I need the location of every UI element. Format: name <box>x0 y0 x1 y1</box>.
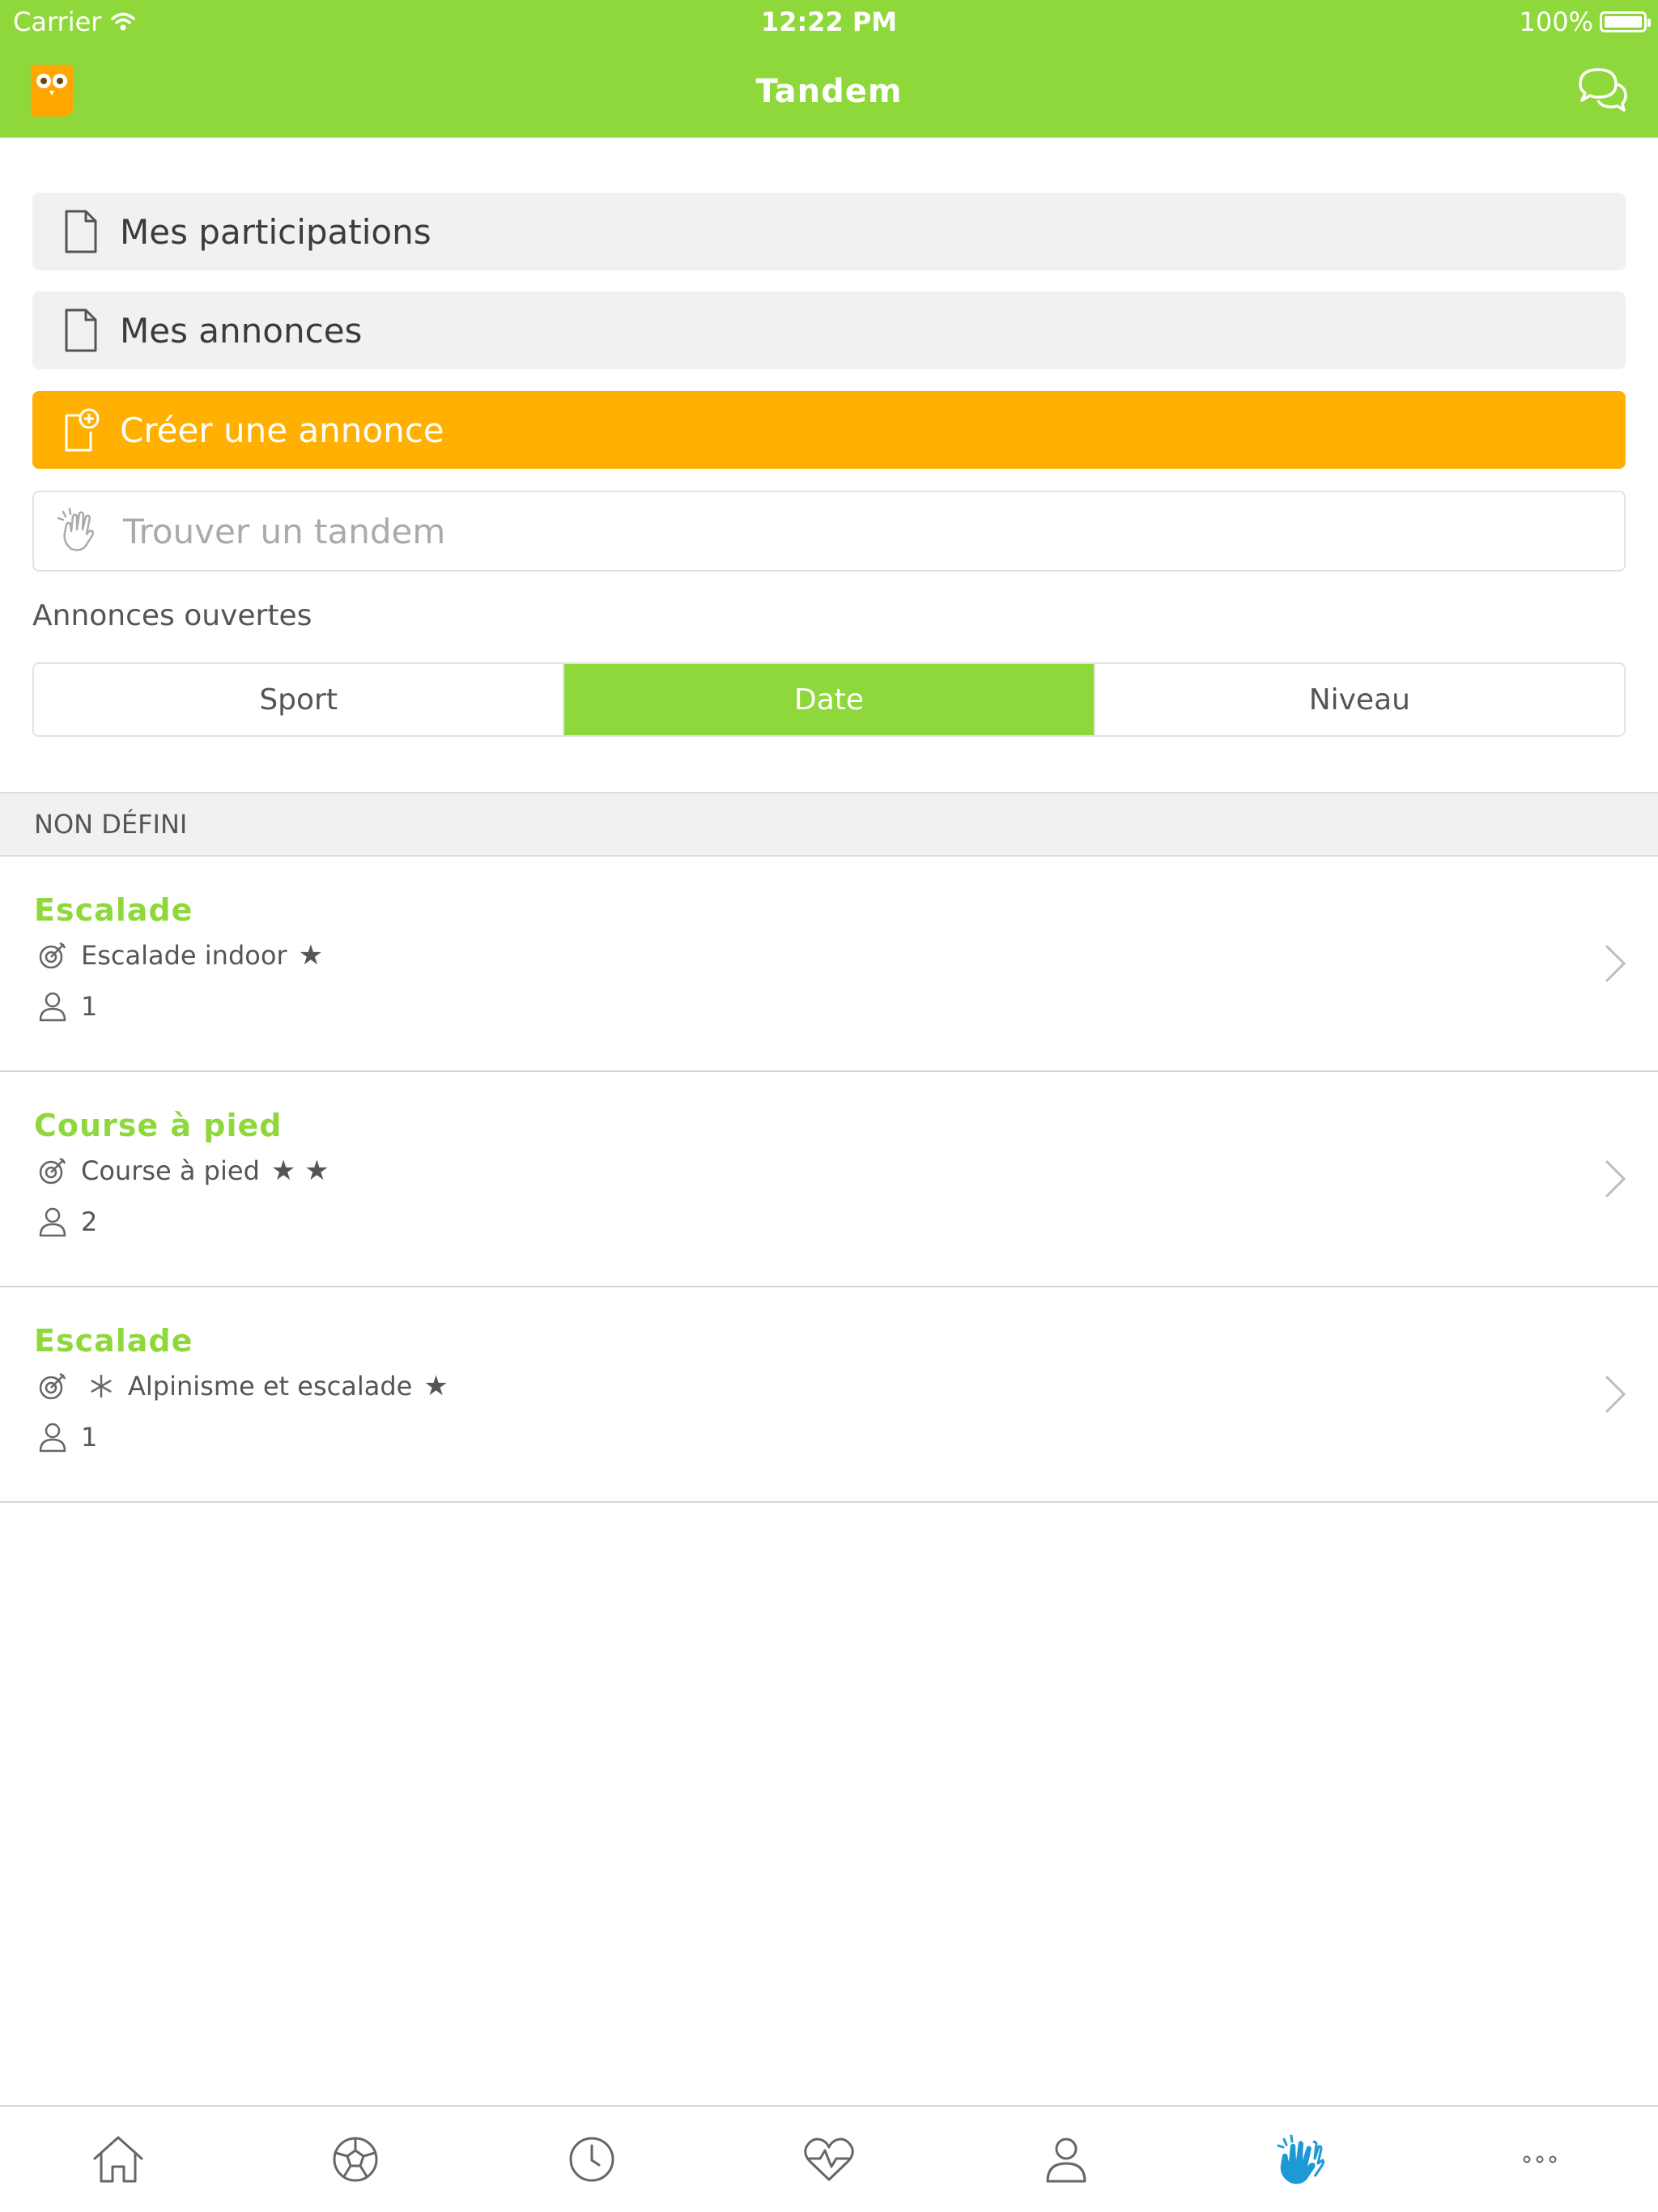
listing-row[interactable]: Escalade Escalade indoor ★ 1 <box>0 857 1658 1072</box>
my-participations-label: Mes participations <box>120 211 432 252</box>
clock-icon <box>569 2137 614 2182</box>
listing-detail: Course à pied ★ ★ <box>37 1155 329 1187</box>
tab-sports[interactable] <box>237 2107 474 2212</box>
chevron-right-icon <box>1605 1375 1626 1414</box>
listing-sport: Course à pied <box>34 1108 283 1143</box>
listing-activity: Course à pied <box>81 1155 260 1186</box>
target-icon <box>39 1372 66 1400</box>
chevron-right-icon <box>1605 944 1626 983</box>
target-icon <box>39 942 66 969</box>
battery: 100% <box>1519 6 1651 37</box>
nav-bar: Tandem <box>0 45 1658 138</box>
my-listings-button[interactable]: Mes annonces <box>32 291 1626 369</box>
segment-date[interactable]: Date <box>564 664 1095 735</box>
high-five-icon <box>57 507 95 551</box>
participant-count: 2 <box>39 1206 97 1237</box>
home-icon <box>93 2136 143 2183</box>
person-icon <box>39 1207 66 1237</box>
tab-history[interactable] <box>474 2107 711 2212</box>
page-title: Tandem <box>755 73 903 110</box>
target-icon <box>39 1157 66 1185</box>
chat-bubbles-icon[interactable] <box>1575 65 1629 113</box>
tab-profile[interactable] <box>947 2107 1184 2212</box>
listing-detail: Escalade indoor ★ <box>37 939 323 972</box>
profile-icon <box>1046 2138 1086 2183</box>
status-bar: Carrier 12:22 PM 100% <box>0 0 1658 45</box>
document-icon <box>65 210 97 253</box>
tab-tandem[interactable] <box>1184 2107 1422 2212</box>
open-listings-label: Annonces ouvertes <box>32 599 312 632</box>
tab-more[interactable] <box>1421 2107 1658 2212</box>
listing-activity: Alpinisme et escalade <box>128 1371 413 1402</box>
participant-count-value: 1 <box>81 1422 98 1453</box>
listing-activity: Escalade indoor <box>81 940 287 971</box>
snowflake-icon <box>91 1374 112 1398</box>
my-participations-button[interactable]: Mes participations <box>32 193 1626 270</box>
listing-sport: Escalade <box>34 1323 193 1359</box>
soccer-ball-icon <box>333 2137 378 2182</box>
group-header: NON DÉFINI <box>0 792 1658 857</box>
search-input[interactable] <box>121 510 1501 552</box>
find-tandem-search[interactable] <box>32 491 1626 572</box>
high-five-icon <box>1277 2134 1325 2184</box>
my-listings-label: Mes annonces <box>120 310 363 351</box>
participant-count: 1 <box>39 991 97 1022</box>
create-listing-button[interactable]: Créer une annonce <box>32 391 1626 469</box>
listing-sport: Escalade <box>34 892 193 928</box>
level-stars: ★ ★ <box>270 1155 329 1187</box>
segment-level[interactable]: Niveau <box>1095 664 1624 735</box>
level-stars: ★ <box>423 1370 449 1402</box>
sort-segmented-control: Sport Date Niveau <box>32 662 1626 737</box>
participant-count-value: 2 <box>81 1206 98 1237</box>
document-add-icon <box>65 408 100 452</box>
battery-percent: 100% <box>1519 6 1593 37</box>
person-icon <box>39 992 66 1022</box>
participant-count-value: 1 <box>81 991 98 1022</box>
status-time: 12:22 PM <box>760 6 898 37</box>
person-icon <box>39 1423 66 1453</box>
document-icon <box>65 308 97 352</box>
chevron-right-icon <box>1605 1159 1626 1198</box>
listing-detail: Alpinisme et escalade ★ <box>37 1370 449 1402</box>
battery-icon <box>1600 11 1651 32</box>
level-stars: ★ <box>298 939 324 972</box>
segment-sport[interactable]: Sport <box>34 664 565 735</box>
listing-row[interactable]: Course à pied Course à pied ★ ★ 2 <box>0 1072 1658 1287</box>
create-listing-label: Créer une annonce <box>120 410 444 450</box>
participant-count: 1 <box>39 1422 97 1453</box>
tab-health[interactable] <box>711 2107 948 2212</box>
listing-row[interactable]: Escalade Alpinisme et escalade ★ 1 <box>0 1287 1658 1503</box>
tab-home[interactable] <box>0 2107 237 2212</box>
heartbeat-icon <box>804 2138 854 2181</box>
more-icon <box>1523 2155 1557 2163</box>
tab-bar <box>0 2105 1658 2212</box>
